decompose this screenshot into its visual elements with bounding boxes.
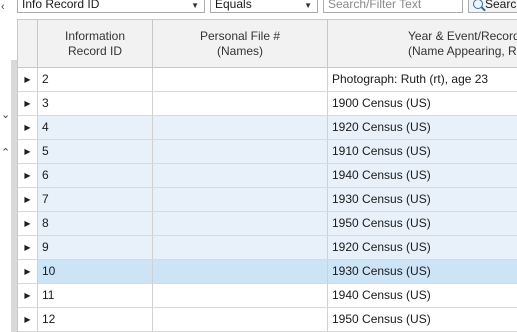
table-row[interactable]: ▶ 3 1900 Census (US) — [18, 92, 517, 116]
cell-personal-file[interactable] — [153, 236, 328, 259]
cell-info-record-id[interactable]: 6 — [38, 164, 153, 187]
cell-year-event[interactable]: Photograph: Ruth (rt), age 23 — [328, 68, 517, 91]
cell-info-record-id[interactable]: 10 — [38, 260, 153, 283]
cell-info-record-id[interactable]: 12 — [38, 308, 153, 331]
cell-personal-file[interactable] — [153, 308, 328, 331]
cell-personal-file[interactable] — [153, 284, 328, 307]
header-label: (Names) — [216, 44, 263, 58]
row-expand-icon[interactable]: ▶ — [18, 116, 38, 139]
cell-year-event[interactable]: 1920 Census (US) — [328, 236, 517, 259]
row-expand-icon[interactable]: ▶ — [18, 164, 38, 187]
cell-year-event[interactable]: 1930 Census (US) — [328, 260, 517, 283]
search-button[interactable]: Searc — [468, 0, 517, 13]
cell-year-event[interactable]: 1940 Census (US) — [328, 164, 517, 187]
dropdown-arrow-icon: ▼ — [191, 1, 199, 10]
cell-info-record-id[interactable]: 4 — [38, 116, 153, 139]
table-row[interactable]: ▶ 9 1920 Census (US) — [18, 236, 517, 260]
row-expand-icon[interactable]: ▶ — [18, 260, 38, 283]
cell-year-event[interactable]: 1910 Census (US) — [328, 140, 517, 163]
expander-header — [18, 20, 38, 68]
field-dropdown-value: Info Record ID — [22, 0, 100, 11]
row-expand-icon[interactable]: ▶ — [18, 236, 38, 259]
row-expand-icon[interactable]: ▶ — [18, 284, 38, 307]
dropdown-arrow-icon: ▼ — [304, 1, 312, 10]
column-header-year-event[interactable]: Year & Event/Record (Name Appearing, Rol… — [328, 20, 517, 68]
chevron-down-icon[interactable]: ⌄ — [1, 110, 11, 121]
cell-personal-file[interactable] — [153, 68, 328, 91]
header-label: Personal File # — [199, 29, 281, 43]
cell-info-record-id[interactable]: 8 — [38, 212, 153, 235]
row-expand-icon[interactable]: ▶ — [18, 92, 38, 115]
cell-info-record-id[interactable]: 5 — [38, 140, 153, 163]
column-header-personal-file[interactable]: Personal File # (Names) — [153, 20, 328, 68]
cell-year-event[interactable]: 1940 Census (US) — [328, 284, 517, 307]
cell-info-record-id[interactable]: 9 — [38, 236, 153, 259]
cell-year-event[interactable]: 1950 Census (US) — [328, 212, 517, 235]
chevron-left-icon[interactable]: ‹ — [1, 2, 11, 13]
search-button-label: Searc — [485, 0, 517, 11]
row-expand-icon[interactable]: ▶ — [18, 140, 38, 163]
header-label: Year & Event/Record — [408, 29, 517, 43]
row-expand-icon[interactable]: ▶ — [18, 212, 38, 235]
grid-header: Information Record ID Personal File # (N… — [18, 20, 517, 68]
cell-personal-file[interactable] — [153, 92, 328, 115]
column-header-info-record-id[interactable]: Information Record ID — [38, 20, 153, 68]
cell-personal-file[interactable] — [153, 164, 328, 187]
table-row[interactable]: ▶ 4 1920 Census (US) — [18, 116, 517, 140]
header-label: (Name Appearing, Role/Re — [408, 44, 517, 58]
row-expand-icon[interactable]: ▶ — [18, 308, 38, 331]
table-row[interactable]: ▶ 12 1950 Census (US) — [18, 308, 517, 332]
cell-info-record-id[interactable]: 2 — [38, 68, 153, 91]
table-row[interactable]: ▶ 6 1940 Census (US) — [18, 164, 517, 188]
filter-bar: Info Record ID ▼ Equals ▼ Searc — [17, 0, 517, 16]
table-row[interactable]: ▶ 11 1940 Census (US) — [18, 284, 517, 308]
cell-info-record-id[interactable]: 3 — [38, 92, 153, 115]
row-expand-icon[interactable]: ▶ — [18, 68, 38, 91]
cell-personal-file[interactable] — [153, 212, 328, 235]
cell-personal-file[interactable] — [153, 260, 328, 283]
row-expand-icon[interactable]: ▶ — [18, 188, 38, 211]
cell-year-event[interactable]: 1900 Census (US) — [328, 92, 517, 115]
cell-year-event[interactable]: 1930 Census (US) — [328, 188, 517, 211]
header-label: Information — [64, 29, 126, 43]
search-box[interactable] — [323, 0, 463, 13]
table-row[interactable]: ▶ 7 1930 Census (US) — [18, 188, 517, 212]
cell-year-event[interactable]: 1920 Census (US) — [328, 116, 517, 139]
chevron-up-icon[interactable]: ⌃ — [1, 148, 11, 159]
table-row[interactable]: ▶ 5 1910 Census (US) — [18, 140, 517, 164]
cell-personal-file[interactable] — [153, 116, 328, 139]
table-row[interactable]: ▶ 2 Photograph: Ruth (rt), age 23 — [18, 68, 517, 92]
table-row[interactable]: ▶ 10 1930 Census (US) — [18, 260, 517, 284]
operator-dropdown[interactable]: Equals ▼ — [210, 0, 318, 13]
cell-info-record-id[interactable]: 7 — [38, 188, 153, 211]
field-dropdown[interactable]: Info Record ID ▼ — [17, 0, 205, 13]
cell-personal-file[interactable] — [153, 140, 328, 163]
table-row[interactable]: ▶ 8 1950 Census (US) — [18, 212, 517, 236]
search-input[interactable] — [328, 0, 462, 11]
records-grid: Information Record ID Personal File # (N… — [17, 19, 517, 332]
cell-personal-file[interactable] — [153, 188, 328, 211]
search-icon — [473, 0, 483, 9]
operator-dropdown-value: Equals — [215, 0, 252, 11]
header-label: Record ID — [67, 44, 123, 58]
cell-year-event[interactable]: 1950 Census (US) — [328, 308, 517, 331]
cell-info-record-id[interactable]: 11 — [38, 284, 153, 307]
